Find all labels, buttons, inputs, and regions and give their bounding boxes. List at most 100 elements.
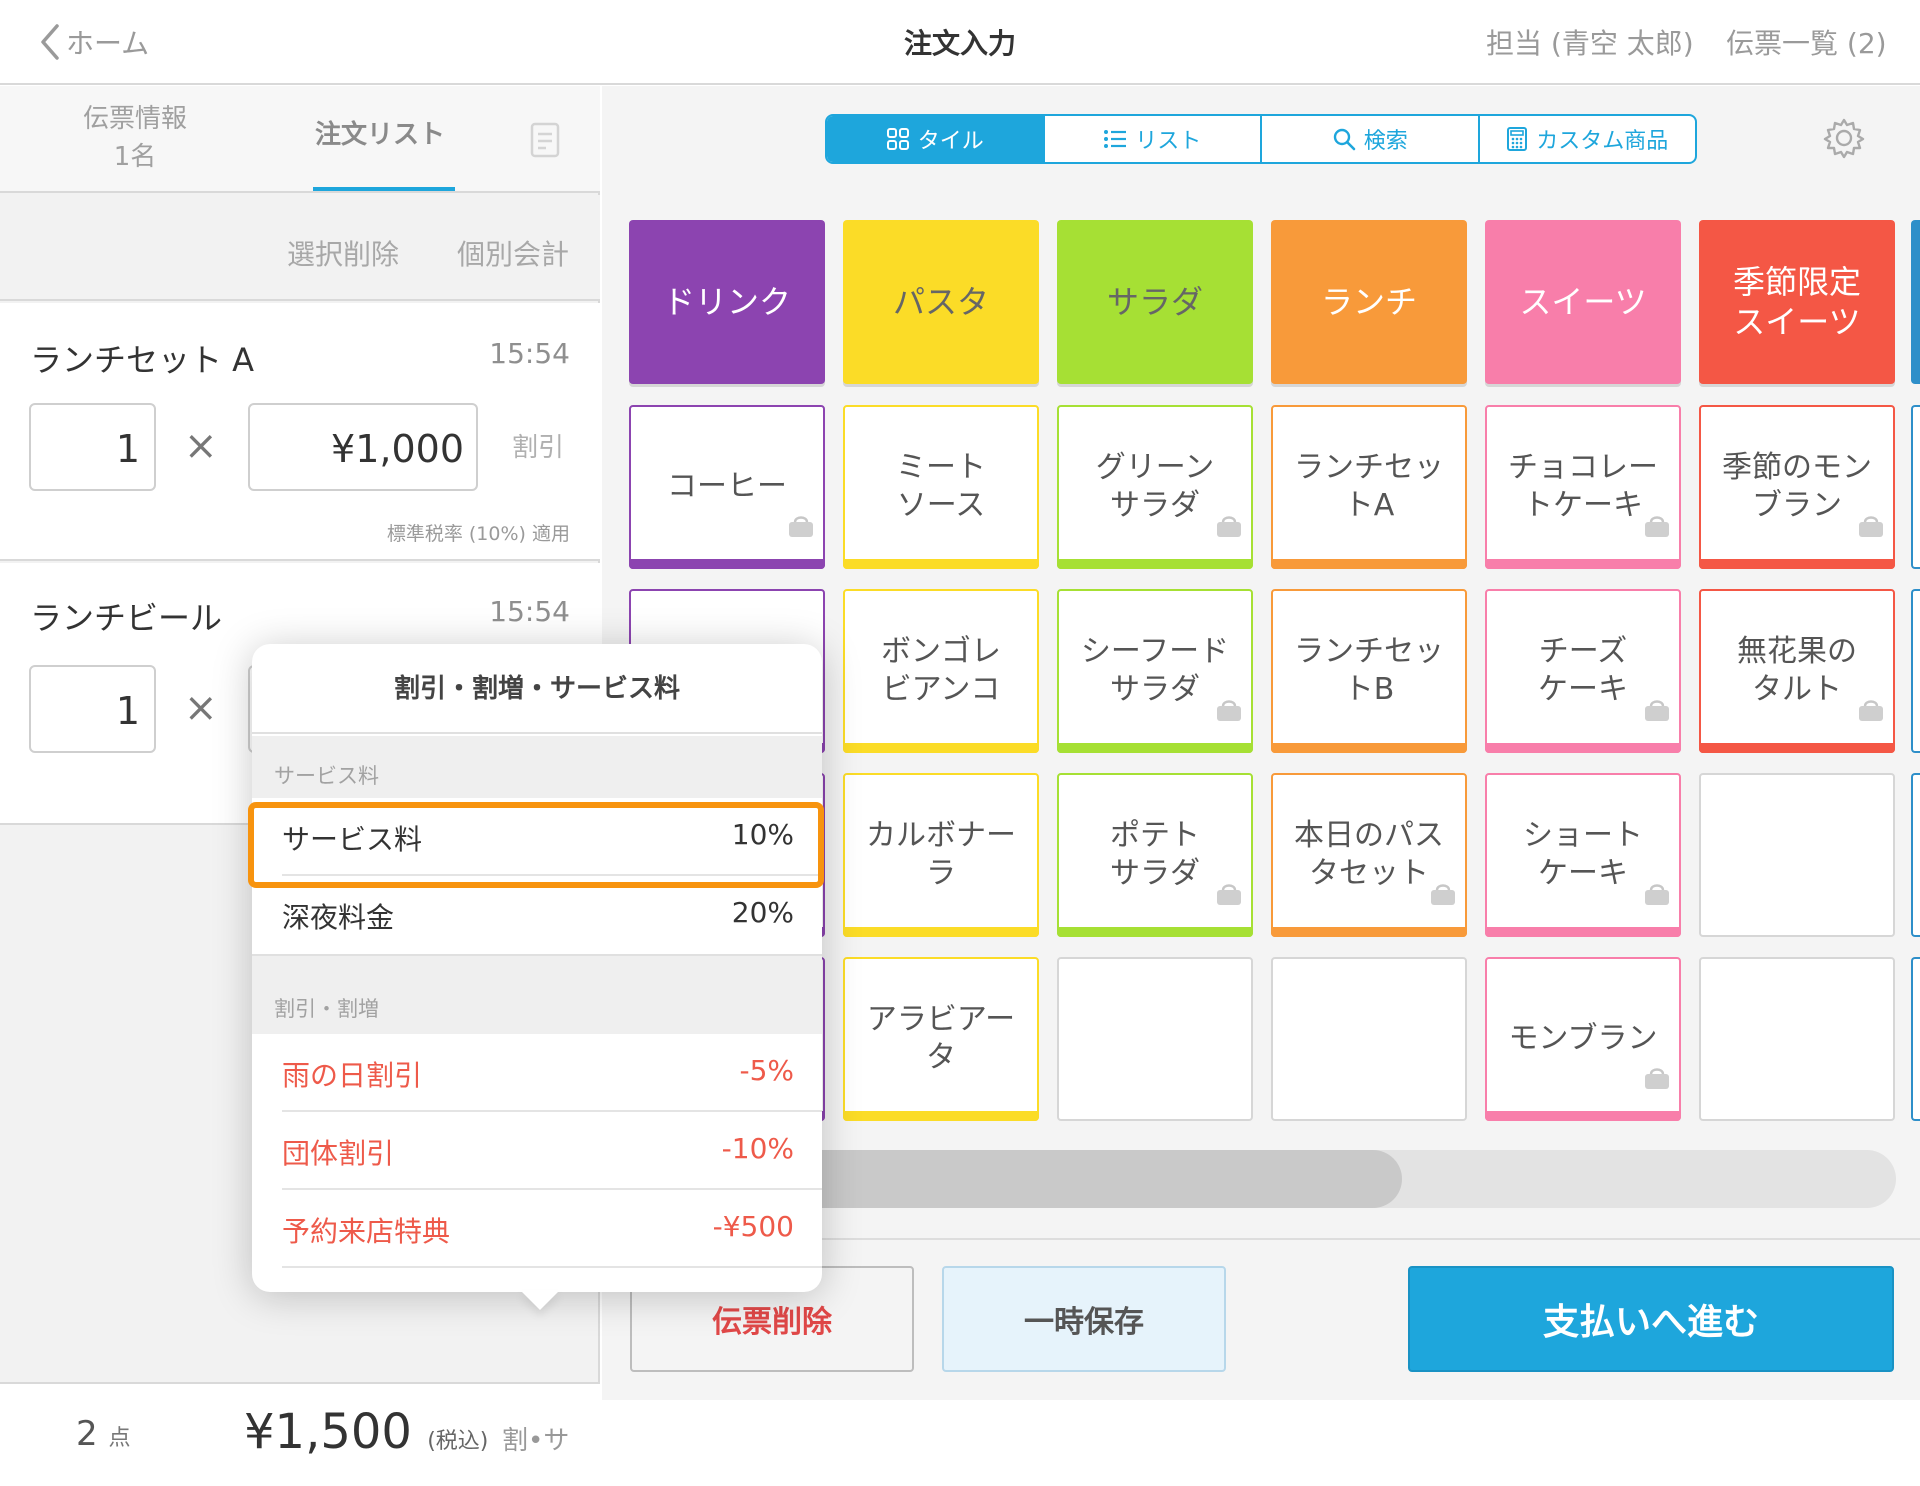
staff-button[interactable]: 担当 (青空 太郎) [1486, 22, 1694, 62]
product-tile[interactable]: シーフード サラダ [1057, 589, 1253, 753]
order-panel-tabs: 伝票情報 1名 注文リスト [0, 86, 600, 193]
category-tile-partial[interactable] [1911, 220, 1920, 384]
price-field[interactable]: ¥1,000 [248, 403, 478, 491]
discount-option[interactable]: 予約来店特典 -¥500 [252, 1190, 822, 1268]
category-label: スイーツ [1519, 283, 1647, 321]
grid-scrollbar[interactable] [602, 1150, 1896, 1208]
product-tile[interactable]: ポテト サラダ [1057, 773, 1253, 937]
category-tile[interactable]: 季節限定 スイーツ [1699, 220, 1895, 384]
tab-list-label: リスト [1135, 129, 1202, 154]
product-tile[interactable]: ランチセッ トA [1271, 405, 1467, 569]
tab-search-label: 検索 [1363, 129, 1408, 154]
product-tile-partial[interactable] [1911, 773, 1920, 937]
tab-custom-product-label: カスタム商品 [1536, 129, 1669, 154]
category-tile[interactable]: ドリンク [629, 220, 825, 384]
category-color-bar [843, 559, 1039, 569]
product-name: カルボナー ラ [866, 818, 1016, 891]
top-bar: ホーム 注文入力 担当 (青空 太郎) 伝票一覧 (2) [0, 0, 1920, 85]
order-summary: 2 点 ¥1,500 (税込) 割•サ [0, 1382, 600, 1486]
product-tile-partial[interactable] [1911, 589, 1920, 753]
product-tile[interactable]: ボンゴレ ビアンコ [843, 589, 1039, 753]
popover-arrow [520, 1290, 560, 1310]
product-tile[interactable]: 無花果の タルト [1699, 589, 1895, 753]
highlight-frame [248, 802, 824, 888]
order-total: ¥1,500 (税込) [244, 1404, 488, 1460]
product-name: 本日のパス タセット [1294, 818, 1444, 891]
order-item-name: ランチビール [30, 599, 223, 637]
tax-note: 標準税率 (10%) 適用 [386, 523, 570, 545]
product-name: ランチセッ トA [1294, 450, 1444, 523]
category-tile[interactable]: サラダ [1057, 220, 1253, 384]
product-tile[interactable]: 季節のモン ブラン [1699, 405, 1895, 569]
tab-slip-info[interactable]: 伝票情報 1名 [60, 100, 210, 176]
product-tile-partial[interactable] [1911, 405, 1920, 569]
empty-tile-slot [1057, 957, 1253, 1121]
discount-option[interactable]: 雨の日割引 -5% [252, 1034, 822, 1112]
memo-icon[interactable] [530, 122, 564, 160]
discount-service-button[interactable]: 割•サ [502, 1420, 569, 1457]
tab-slip-info-count: 1名 [113, 142, 157, 172]
product-tile[interactable]: 本日のパス タセット [1271, 773, 1467, 937]
slip-list-button[interactable]: 伝票一覧 (2) [1726, 22, 1887, 62]
option-label: 団体割引 [282, 1137, 395, 1170]
option-value: -5% [739, 1054, 794, 1087]
takeout-bag-icon [1857, 511, 1885, 549]
tab-list[interactable]: リスト [1045, 116, 1262, 162]
product-tile[interactable]: モンブラン [1485, 957, 1681, 1121]
category-color-bar [1699, 743, 1895, 753]
proceed-to-payment-button[interactable]: 支払いへ進む [1408, 1266, 1894, 1372]
separate-bill-button[interactable]: 個別会計 [457, 233, 569, 273]
category-color-bar [1271, 743, 1467, 753]
category-label: ランチ [1320, 283, 1417, 321]
product-name: 季節のモン ブラン [1722, 450, 1872, 523]
product-tile[interactable]: ランチセッ トB [1271, 589, 1467, 753]
tab-order-list[interactable]: 注文リスト [300, 116, 460, 154]
gear-icon[interactable] [1822, 116, 1866, 160]
category-color-bar [1485, 743, 1681, 753]
option-label: 予約来店特典 [282, 1215, 451, 1248]
discount-button[interactable]: 割引 [512, 427, 564, 464]
takeout-bag-icon [1215, 511, 1243, 549]
category-color-bar [1057, 743, 1253, 753]
product-name: アラビアー タ [866, 1002, 1016, 1075]
product-tile[interactable]: ミート ソース [843, 405, 1039, 569]
product-name: シーフード サラダ [1080, 634, 1230, 707]
quantity-field[interactable]: 1 [29, 665, 156, 753]
product-tile[interactable]: グリーン サラダ [1057, 405, 1253, 569]
category-color-bar [1057, 927, 1253, 937]
empty-tile-slot [1699, 773, 1895, 937]
temp-save-button[interactable]: 一時保存 [942, 1266, 1226, 1372]
discount-option[interactable]: 団体割引 -10% [252, 1112, 822, 1190]
product-name: モンブラン [1508, 1021, 1658, 1056]
product-tile[interactable]: チョコレー トケーキ [1485, 405, 1681, 569]
order-item-time: 15:54 [489, 337, 570, 370]
category-color-bar [1271, 559, 1467, 569]
category-tile[interactable]: ランチ [1271, 220, 1467, 384]
category-label: サラダ [1106, 283, 1203, 321]
product-tile[interactable]: チーズ ケーキ [1485, 589, 1681, 753]
product-name: グリーン サラダ [1095, 450, 1215, 523]
takeout-bag-icon [1215, 695, 1243, 733]
category-color-bar [1057, 559, 1253, 569]
tax-included-label: (税込) [427, 1429, 489, 1454]
tab-tile-label: タイル [917, 129, 984, 154]
product-tile[interactable]: アラビアー タ [843, 957, 1039, 1121]
product-tile[interactable]: カルボナー ラ [843, 773, 1039, 937]
quantity-field[interactable]: 1 [29, 403, 156, 491]
product-tile[interactable]: ショート ケーキ [1485, 773, 1681, 937]
takeout-bag-icon [1643, 879, 1671, 917]
tab-search[interactable]: 検索 [1262, 116, 1480, 162]
order-item-time: 15:54 [489, 595, 570, 628]
order-item[interactable]: ランチセット A 15:54 1 × ¥1,000 割引 標準税率 (10%) … [0, 303, 600, 561]
category-tile[interactable]: パスタ [843, 220, 1039, 384]
tab-tile[interactable]: タイル [827, 116, 1045, 162]
delete-selected-button[interactable]: 選択削除 [287, 233, 399, 273]
product-tile-partial[interactable] [1911, 957, 1920, 1121]
category-color-bar [843, 927, 1039, 937]
product-tile[interactable]: コーヒー [629, 405, 825, 569]
takeout-bag-icon [1429, 879, 1457, 917]
takeout-bag-icon [1643, 695, 1671, 733]
product-name: チョコレー トケーキ [1508, 450, 1658, 523]
tab-custom-product[interactable]: カスタム商品 [1480, 116, 1696, 162]
category-tile[interactable]: スイーツ [1485, 220, 1681, 384]
